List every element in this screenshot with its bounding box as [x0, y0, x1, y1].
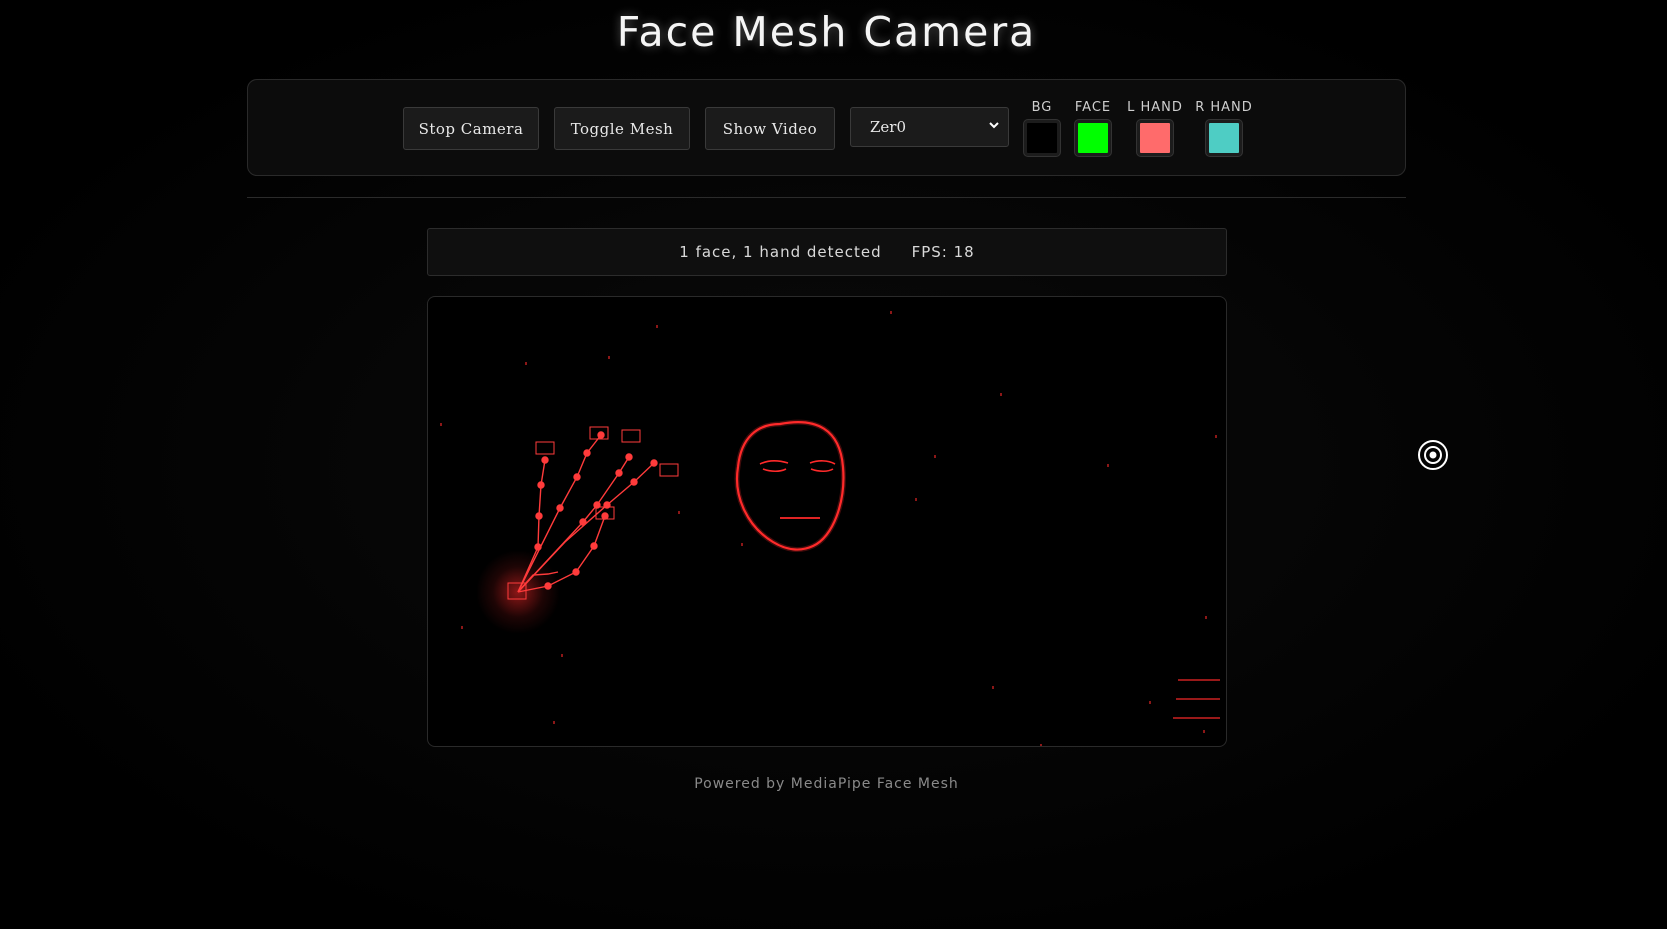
- detection-status: 1 face, 1 hand detected: [679, 243, 882, 261]
- bg-color-picker[interactable]: BG: [1024, 100, 1060, 156]
- right-hand-color-label: R HAND: [1195, 100, 1253, 115]
- show-video-button[interactable]: Show Video: [705, 107, 835, 150]
- hand-landmarks: [476, 426, 679, 634]
- bg-color-swatch[interactable]: [1024, 120, 1060, 156]
- theme-select-value: Zer0: [870, 118, 907, 136]
- right-hand-color-swatch[interactable]: [1206, 120, 1242, 156]
- chevron-down-icon: [988, 119, 1000, 134]
- toggle-mesh-button[interactable]: Toggle Mesh: [554, 107, 690, 150]
- left-hand-color-swatch[interactable]: [1137, 120, 1173, 156]
- bg-color-label: BG: [1031, 100, 1053, 115]
- target-icon[interactable]: [1417, 439, 1449, 471]
- footer-credit: Powered by MediaPipe Face Mesh: [694, 776, 959, 792]
- debug-readout: [1173, 679, 1220, 719]
- face-color-picker[interactable]: FACE: [1073, 100, 1113, 156]
- control-toolbar: Stop Camera Toggle Mesh Show Video Zer0 …: [247, 79, 1406, 176]
- right-hand-color-picker[interactable]: R HAND: [1195, 100, 1253, 156]
- status-bar: 1 face, 1 hand detected FPS: 18: [427, 228, 1227, 276]
- face-color-label: FACE: [1074, 100, 1112, 115]
- left-hand-color-label: L HAND: [1127, 100, 1183, 115]
- page-title: Face Mesh Camera: [616, 8, 1037, 56]
- left-hand-color-picker[interactable]: L HAND: [1126, 100, 1184, 156]
- theme-select[interactable]: Zer0: [850, 107, 1009, 147]
- camera-canvas[interactable]: [427, 296, 1227, 747]
- mesh-overlay: [440, 311, 1220, 746]
- face-mesh: [734, 419, 846, 552]
- divider: [247, 197, 1406, 198]
- face-color-swatch[interactable]: [1075, 120, 1111, 156]
- fps-counter: FPS: 18: [911, 243, 975, 261]
- stop-camera-button[interactable]: Stop Camera: [403, 107, 539, 150]
